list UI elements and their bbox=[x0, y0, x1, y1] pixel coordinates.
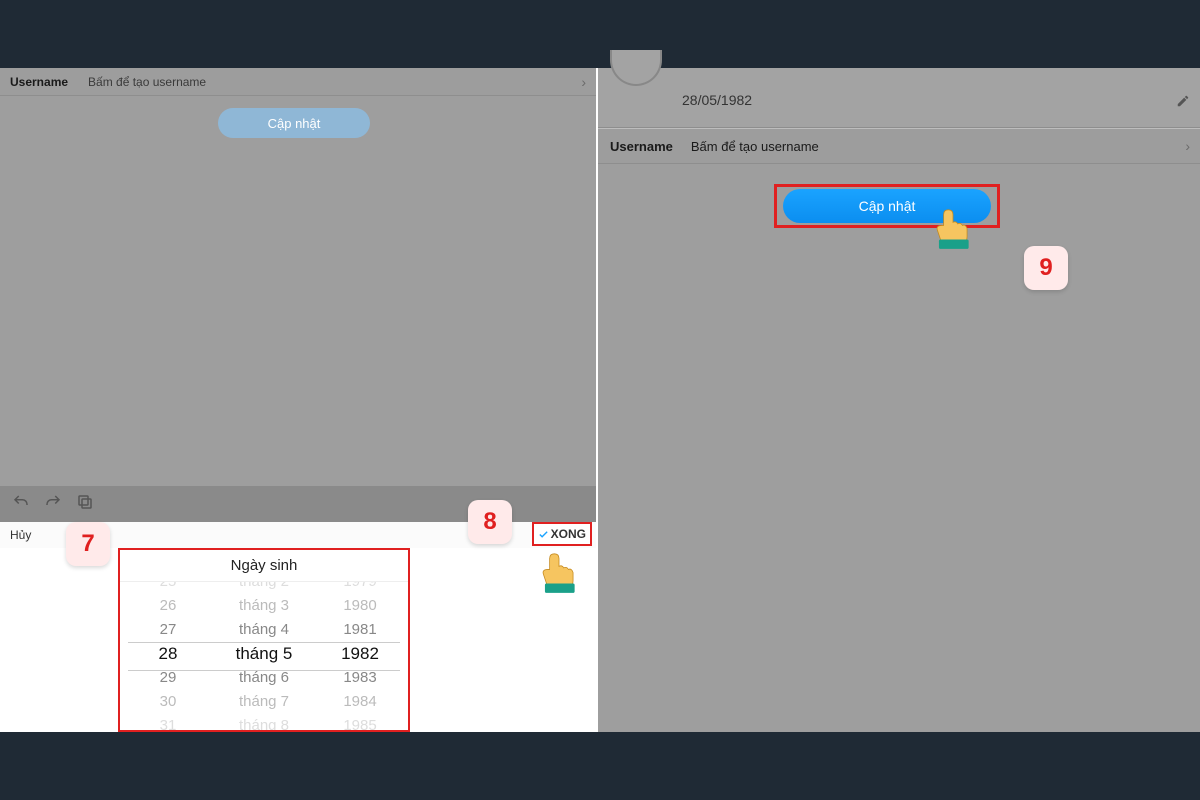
update-button-label: Cập nhật bbox=[268, 116, 321, 131]
copy-icon[interactable] bbox=[76, 493, 94, 516]
picker-body: Ngày sinh 25262728293031 tháng 2tháng 3t… bbox=[118, 548, 410, 732]
wheel-item[interactable]: 27 bbox=[160, 618, 177, 642]
step-badge-8: 8 bbox=[468, 500, 512, 544]
day-wheel[interactable]: 25262728293031 bbox=[120, 582, 216, 730]
wheel-item[interactable]: 1983 bbox=[343, 666, 376, 690]
update-button-label: Cập nhật bbox=[859, 198, 916, 214]
wheel-item[interactable]: tháng 8 bbox=[239, 714, 289, 730]
pointer-hand-icon bbox=[928, 202, 978, 252]
wheel-item[interactable]: 1984 bbox=[343, 690, 376, 714]
wheel-item[interactable]: 26 bbox=[160, 594, 177, 618]
undo-icon[interactable] bbox=[12, 493, 30, 516]
picker-title: Ngày sinh bbox=[120, 550, 408, 582]
done-button[interactable]: XONG bbox=[532, 522, 592, 546]
wheel-item[interactable]: tháng 5 bbox=[236, 642, 293, 666]
redo-icon[interactable] bbox=[44, 493, 62, 516]
username-hint: Bấm để tạo username bbox=[691, 139, 819, 154]
left-pane: Username Bấm để tạo username › Cập nhật … bbox=[0, 68, 596, 732]
wheel-item[interactable]: tháng 7 bbox=[239, 690, 289, 714]
chevron-right-icon: › bbox=[1185, 138, 1190, 154]
update-button-disabled: Cập nhật bbox=[218, 108, 370, 138]
month-wheel[interactable]: tháng 2tháng 3tháng 4tháng 5tháng 6tháng… bbox=[216, 582, 312, 730]
wheel-item[interactable]: tháng 6 bbox=[239, 666, 289, 690]
dob-value: 28/05/1982 bbox=[682, 92, 752, 108]
check-icon bbox=[538, 529, 549, 540]
username-row-right[interactable]: Username Bấm để tạo username › bbox=[598, 128, 1200, 164]
username-label: Username bbox=[610, 139, 673, 154]
wheel-item[interactable]: tháng 4 bbox=[239, 618, 289, 642]
step-badge-9: 9 bbox=[1024, 246, 1068, 290]
wheel-item[interactable]: 1980 bbox=[343, 594, 376, 618]
pencil-icon[interactable] bbox=[1176, 94, 1190, 108]
username-row[interactable]: Username Bấm để tạo username › bbox=[0, 68, 596, 96]
wheel-item[interactable]: 28 bbox=[159, 642, 178, 666]
wheel-item[interactable]: tháng 2 bbox=[239, 582, 289, 594]
wheel-item[interactable]: 1982 bbox=[341, 642, 379, 666]
wheel-item[interactable]: 1985 bbox=[343, 714, 376, 730]
done-button-label: XONG bbox=[551, 527, 586, 541]
cancel-button[interactable]: Hủy bbox=[10, 528, 31, 542]
avatar-icon bbox=[610, 50, 662, 86]
step-badge-7: 7 bbox=[66, 522, 110, 566]
wheel-item[interactable]: 31 bbox=[160, 714, 177, 730]
chevron-right-icon: › bbox=[581, 74, 586, 90]
wheel-item[interactable]: 29 bbox=[160, 666, 177, 690]
year-wheel[interactable]: 1979198019811982198319841985 bbox=[312, 582, 408, 730]
right-pane: 28/05/1982 Username Bấm để tạo username … bbox=[598, 68, 1200, 732]
dob-row[interactable]: 28/05/1982 bbox=[598, 68, 1200, 128]
wheel-item[interactable]: tháng 3 bbox=[239, 594, 289, 618]
wheel-item[interactable]: 25 bbox=[160, 582, 177, 594]
wheel-item[interactable]: 1979 bbox=[343, 582, 376, 594]
username-label: Username bbox=[10, 75, 68, 89]
picker-wheels[interactable]: 25262728293031 tháng 2tháng 3tháng 4thán… bbox=[120, 582, 408, 730]
pointer-hand-icon bbox=[534, 546, 584, 596]
wheel-item[interactable]: 30 bbox=[160, 690, 177, 714]
wheel-item[interactable]: 1981 bbox=[343, 618, 376, 642]
username-hint: Bấm để tạo username bbox=[88, 75, 206, 89]
